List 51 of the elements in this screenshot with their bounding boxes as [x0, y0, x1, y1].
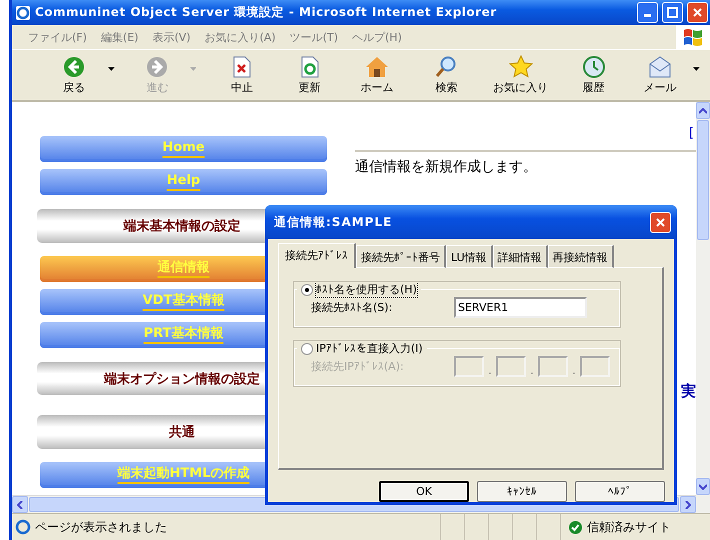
ip-separator: .: [529, 366, 535, 377]
close-button[interactable]: [687, 2, 708, 23]
minimize-button[interactable]: [637, 2, 658, 23]
close-icon: [656, 218, 665, 226]
dialog-button[interactable]: ﾍﾙﾌﾟ: [575, 481, 665, 502]
toolbar-button[interactable]: ホーム: [342, 51, 412, 99]
envelope-icon: [648, 56, 672, 78]
toolbar-button[interactable]: 中止: [206, 51, 278, 99]
radio-button[interactable]: [301, 284, 313, 296]
menu-item[interactable]: ヘルプ(H): [352, 30, 402, 44]
host-name-field[interactable]: SERVER1: [454, 297, 587, 318]
menu-item[interactable]: 表示(V): [152, 30, 191, 44]
menu-item[interactable]: ファイル(F): [28, 30, 87, 44]
refresh-page-icon: [300, 56, 319, 78]
toolbar-button[interactable]: 更新: [277, 51, 342, 99]
ip-separator: .: [571, 366, 577, 377]
menu-item[interactable]: ツール(T): [290, 30, 338, 44]
dialog-tab[interactable]: 接続先ﾎﾟｰﾄ番号: [356, 245, 446, 268]
vertical-scrollbar[interactable]: [696, 102, 710, 513]
stop-page-icon: [232, 56, 251, 78]
status-text: ページが表示されました: [35, 518, 167, 536]
dialog-button[interactable]: OK: [379, 481, 469, 502]
ip-separator: .: [487, 366, 493, 377]
caret-icon[interactable]: [108, 67, 116, 71]
close-icon: [693, 8, 702, 17]
window-title: Communinet Object Server 環境設定 - Microsoft Internet Explorer: [35, 4, 498, 21]
dialog-button[interactable]: ｷｬﾝｾﾙ: [477, 481, 567, 502]
menu-item[interactable]: お気に入り(A): [204, 30, 276, 44]
page-message: 通信情報を新規作成します。: [355, 158, 538, 176]
maximize-button[interactable]: [662, 2, 683, 23]
maximize-icon: [667, 7, 678, 18]
toolbar-button[interactable]: 戻る: [40, 51, 108, 99]
caret-icon[interactable]: [693, 67, 700, 71]
dialog-tab[interactable]: 詳細情報: [492, 245, 548, 268]
toolbar-button[interactable]: 履歴: [560, 51, 627, 99]
close-button[interactable]: [650, 212, 671, 232]
page-link[interactable]: [: [688, 126, 694, 141]
page-text: 実: [681, 382, 696, 401]
toolbar-button[interactable]: メール: [626, 51, 694, 99]
check-icon: [569, 520, 582, 534]
dialog-tab[interactable]: 再接続情報: [548, 245, 614, 268]
toolbar-button[interactable]: 検索: [412, 51, 481, 99]
dialog-tab[interactable]: 接続先ｱﾄﾞﾚｽ: [278, 243, 356, 268]
security-zone: 信頼済みサイト: [587, 518, 671, 536]
dialog-tab[interactable]: LU情報: [446, 245, 493, 268]
clock-icon: [582, 56, 605, 78]
house-icon: [365, 56, 390, 78]
star-icon: [508, 55, 533, 78]
menu-item[interactable]: 編集(E): [100, 30, 138, 44]
search-icon: [435, 56, 458, 78]
toolbar-button[interactable]: お気に入り: [480, 51, 560, 99]
